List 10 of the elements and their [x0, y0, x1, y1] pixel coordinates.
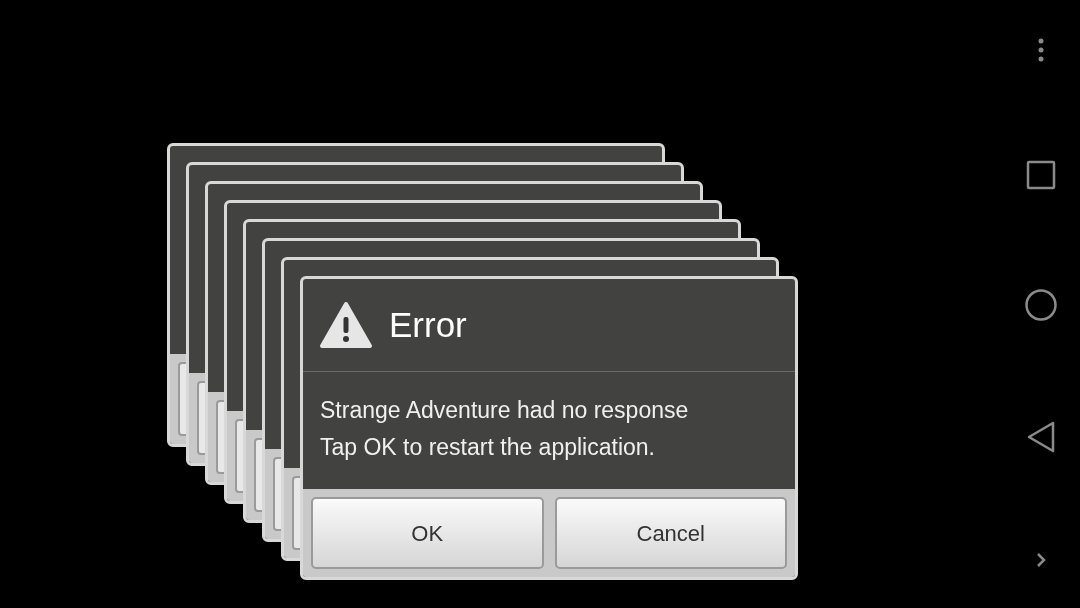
dialog-message: Strange Adventure had no response Tap OK to restart the application. — [319, 396, 690, 462]
square-icon[interactable] — [1026, 160, 1056, 190]
menu-icon[interactable] — [1037, 38, 1045, 62]
home-icon[interactable] — [1024, 288, 1058, 322]
cancel-button[interactable]: Cancel — [554, 497, 787, 569]
warning-icon — [319, 301, 373, 349]
dialog-title: Error — [389, 303, 467, 346]
back-icon[interactable] — [1026, 420, 1056, 454]
ok-button[interactable]: OK — [311, 497, 544, 569]
chevron-right-icon[interactable] — [1036, 552, 1046, 568]
